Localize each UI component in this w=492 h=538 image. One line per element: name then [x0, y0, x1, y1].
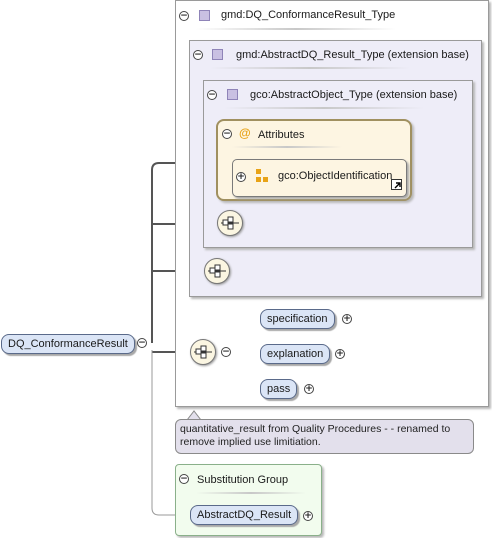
- type-title: gmd:DQ_ConformanceResult_Type: [221, 9, 396, 21]
- element-abstract-dq-result[interactable]: AbstractDQ_Result: [190, 505, 299, 525]
- complex-type-icon: [212, 49, 223, 60]
- collapse-minus-icon[interactable]: −: [137, 338, 147, 348]
- sequence-compositor-icon[interactable]: [217, 210, 243, 236]
- attributes-title-underline: [232, 146, 342, 148]
- element-specification[interactable]: specification: [260, 309, 335, 329]
- collapse-minus-icon[interactable]: −: [222, 129, 232, 139]
- substitution-title-underline: [196, 492, 306, 494]
- collapse-minus-icon[interactable]: −: [179, 474, 189, 484]
- expand-plus-icon[interactable]: +: [236, 172, 246, 182]
- attribute-group-box[interactable]: + gco:ObjectIdentification: [232, 159, 407, 197]
- attributes-box: − @ Attributes + gco:ObjectIdentificatio…: [216, 119, 412, 201]
- extension-title-underline: [224, 107, 424, 109]
- collapse-minus-icon[interactable]: −: [207, 90, 217, 100]
- extension-title: gmd:AbstractDQ_Result_Type (extension ba…: [236, 49, 469, 61]
- attribute-at-icon: @: [239, 126, 251, 140]
- attribute-group-icon: [256, 169, 268, 182]
- expand-plus-icon[interactable]: +: [342, 314, 352, 324]
- hyperlink-arrow-icon[interactable]: [391, 179, 402, 190]
- annotation-note: quantitative_result from Quality Procedu…: [175, 419, 474, 454]
- element-explanation[interactable]: explanation: [260, 344, 331, 364]
- expand-plus-icon[interactable]: +: [335, 349, 345, 359]
- root-element-dq-conformance-result[interactable]: DQ_ConformanceResult: [1, 334, 135, 354]
- complex-type-icon: [199, 10, 210, 21]
- attributes-title: Attributes: [258, 129, 305, 141]
- substitution-group-box: − Substitution Group AbstractDQ_Result +: [175, 464, 322, 536]
- attribute-group-title: gco:ObjectIdentification: [278, 170, 393, 182]
- expand-plus-icon[interactable]: +: [304, 384, 314, 394]
- complex-type-icon: [227, 89, 238, 100]
- expand-plus-icon[interactable]: +: [303, 511, 313, 521]
- sequence-compositor-icon[interactable]: [204, 258, 230, 284]
- substitution-group-title: Substitution Group: [197, 474, 289, 486]
- type-title-underline: [196, 28, 396, 30]
- sequence-compositor-icon[interactable]: [190, 339, 216, 365]
- collapse-minus-icon[interactable]: −: [221, 347, 231, 357]
- element-pass[interactable]: pass: [260, 379, 298, 399]
- collapse-minus-icon[interactable]: −: [193, 50, 203, 60]
- extension-title-underline: [210, 67, 410, 69]
- extension-title: gco:AbstractObject_Type (extension base): [250, 89, 458, 101]
- collapse-minus-icon[interactable]: −: [179, 11, 189, 21]
